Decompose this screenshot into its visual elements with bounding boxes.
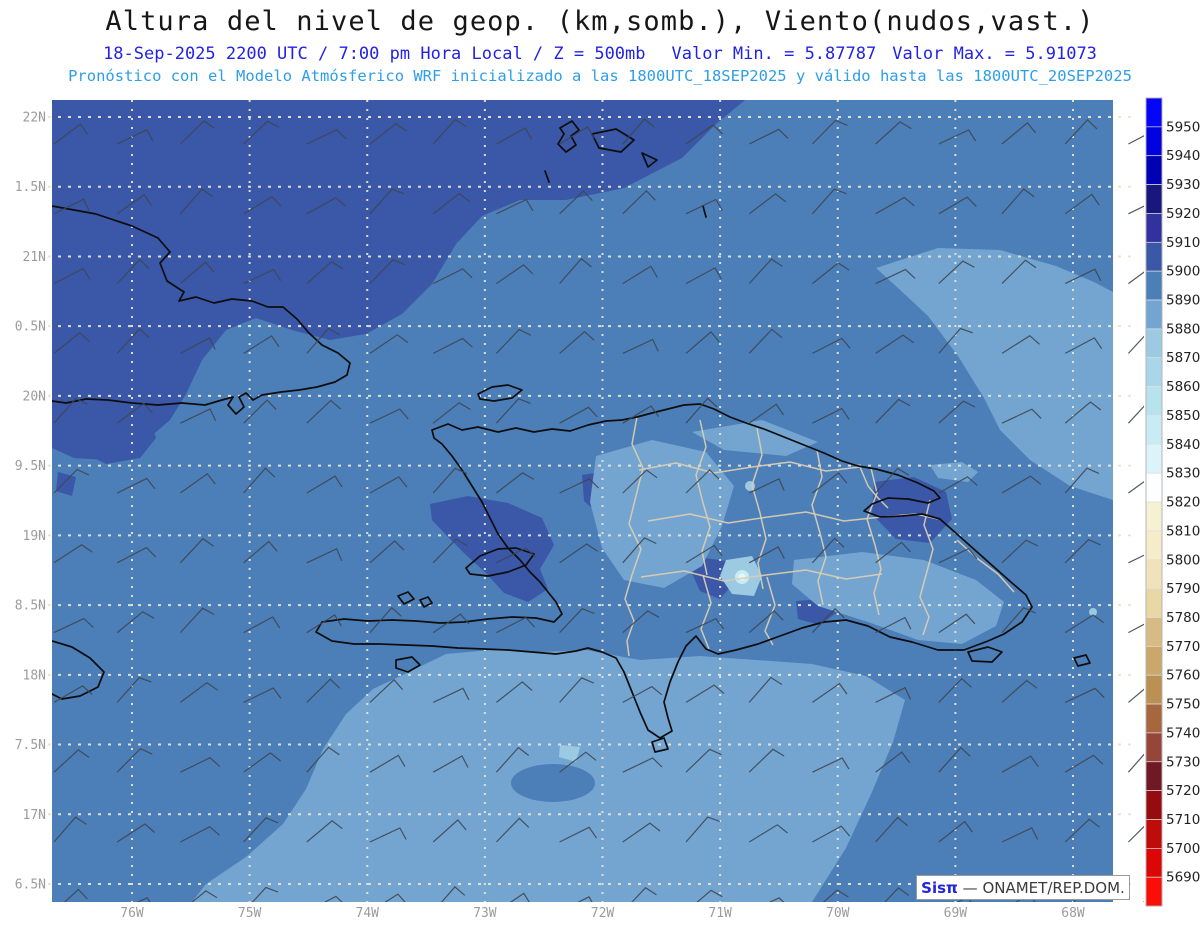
lat-tick-label: 1.5N — [15, 180, 46, 195]
colorbar-tick-label: 5940 — [1166, 148, 1200, 164]
colorbar-tick-label: 5740 — [1166, 725, 1200, 741]
colorbar-tick-label: 5920 — [1166, 206, 1200, 222]
colorbar-block — [1145, 241, 1163, 272]
colorbar-block — [1145, 848, 1163, 878]
lat-tick-label: 7.5N — [15, 738, 46, 753]
colorbar-tick-label: 5700 — [1166, 841, 1200, 857]
colorbar-block — [1145, 97, 1163, 128]
colorbar-tick-label: 5870 — [1166, 350, 1200, 366]
onamet-org-text: ONAMET/REP.DOM. — [982, 878, 1125, 897]
lat-tick-label: 8.5N — [15, 599, 46, 614]
colorbar-tick-label: 5710 — [1166, 812, 1200, 828]
lat-tick-label: 20N — [23, 389, 46, 404]
colorbar-tick-label: 5950 — [1166, 119, 1200, 135]
colorbar-block — [1145, 588, 1163, 618]
colorbar-block — [1145, 790, 1163, 820]
colorbar-block — [1145, 703, 1163, 734]
colorbar-block — [1145, 761, 1163, 791]
lon-tick-label: 75W — [238, 906, 262, 921]
colorbar-tick-label: 5730 — [1166, 754, 1200, 770]
lon-tick-label: 74W — [356, 906, 380, 921]
colorbar-tick-label: 5760 — [1166, 668, 1200, 684]
colorbar-block — [1145, 357, 1163, 387]
watermark-badge: Sisπ — ONAMET/REP.DOM. — [916, 875, 1130, 900]
colorbar-block — [1145, 472, 1163, 503]
colorbar-tick-label: 5800 — [1166, 552, 1200, 568]
colorbar-tick-label: 5790 — [1166, 581, 1200, 597]
colorbar-block — [1145, 415, 1163, 445]
geopotential-colorbar: 5950 5940 5930 5920 5910 5900 5890 5880 5870 5860… — [1145, 97, 1200, 907]
lon-tick-label: 73W — [473, 906, 497, 921]
colorbar-tick-label: 5770 — [1166, 639, 1200, 655]
lat-tick-label: 21N — [23, 250, 46, 265]
lat-tick-label: 22N — [23, 111, 46, 126]
colorbar-block — [1145, 213, 1163, 243]
colorbar-block — [1145, 645, 1163, 676]
colorbar-tick-label: 5830 — [1166, 466, 1200, 482]
colorbar-tick-label: 5910 — [1166, 235, 1200, 251]
colorbar-tick-label: 5890 — [1166, 293, 1200, 309]
watermark-separator: — — [957, 878, 983, 897]
lat-tick-label: 9.5N — [15, 459, 46, 474]
contour-fill-layer — [52, 100, 1113, 902]
colorbar-tick-label: 5780 — [1166, 610, 1200, 626]
colorbar-tick-label: 5820 — [1166, 495, 1200, 511]
lon-tick-label: 72W — [591, 906, 615, 921]
colorbar-block — [1145, 386, 1163, 416]
lon-tick-label: 68W — [1061, 906, 1085, 921]
colorbar-tick-label: 5750 — [1166, 697, 1200, 713]
colorbar-tick-label: 5720 — [1166, 783, 1200, 799]
colorbar-tick-label: 5930 — [1166, 177, 1200, 193]
colorbar-tick-label: 5690 — [1166, 870, 1200, 886]
colorbar-tick-label: 5860 — [1166, 379, 1200, 395]
colorbar-tick-label: 5900 — [1166, 264, 1200, 280]
colorbar-block — [1145, 876, 1163, 907]
colorbar-tick-label: 5810 — [1166, 523, 1200, 539]
latitude-axis-labels: 22N 1.5N 21N 0.5N 20N 9.5N 19N 8.5N 18N 7.5N 17N 6.… — [15, 111, 46, 893]
colorbar-block — [1145, 328, 1163, 359]
lon-tick-label: 69W — [944, 906, 968, 921]
colorbar-block — [1145, 559, 1163, 589]
lon-tick-label: 70W — [826, 906, 850, 921]
colorbar-block — [1145, 155, 1163, 185]
colorbar-block — [1145, 819, 1163, 849]
colorbar-block — [1145, 270, 1163, 301]
longitude-axis-labels: 76W 75W 74W 73W 72W 71W 70W 69W 68W — [120, 906, 1085, 921]
colorbar-block — [1145, 617, 1163, 647]
lat-tick-label: 6.5N — [15, 877, 46, 892]
colorbar-block — [1145, 299, 1163, 330]
lon-tick-label: 76W — [120, 906, 144, 921]
colorbar-tick-label: 5840 — [1166, 437, 1200, 453]
lat-tick-label: 18N — [23, 668, 46, 683]
lon-tick-label: 71W — [708, 906, 732, 921]
colorbar-block — [1145, 184, 1163, 214]
contour-sea-oval-south — [511, 764, 595, 802]
colorbar-block — [1145, 443, 1163, 474]
lat-tick-label: 17N — [23, 808, 46, 823]
colorbar-tick-label: 5850 — [1166, 408, 1200, 424]
sispi-brand-text: Sisπ — [921, 878, 958, 897]
colorbar-block — [1145, 674, 1163, 705]
colorbar-tick-label: 5880 — [1166, 321, 1200, 337]
weather-map-page: { "header": { "title": "Altura del nivel… — [0, 0, 1200, 927]
colorbar-block — [1145, 530, 1163, 561]
lat-tick-label: 0.5N — [15, 320, 46, 335]
lat-tick-label: 19N — [23, 529, 46, 544]
colorbar-block — [1145, 501, 1163, 532]
map-canvas: 22N 1.5N 21N 0.5N 20N 9.5N 19N 8.5N 18N 7.5N 17N 6.… — [15, 97, 1200, 921]
colorbar-block — [1145, 126, 1163, 157]
colorbar-block — [1145, 732, 1163, 763]
